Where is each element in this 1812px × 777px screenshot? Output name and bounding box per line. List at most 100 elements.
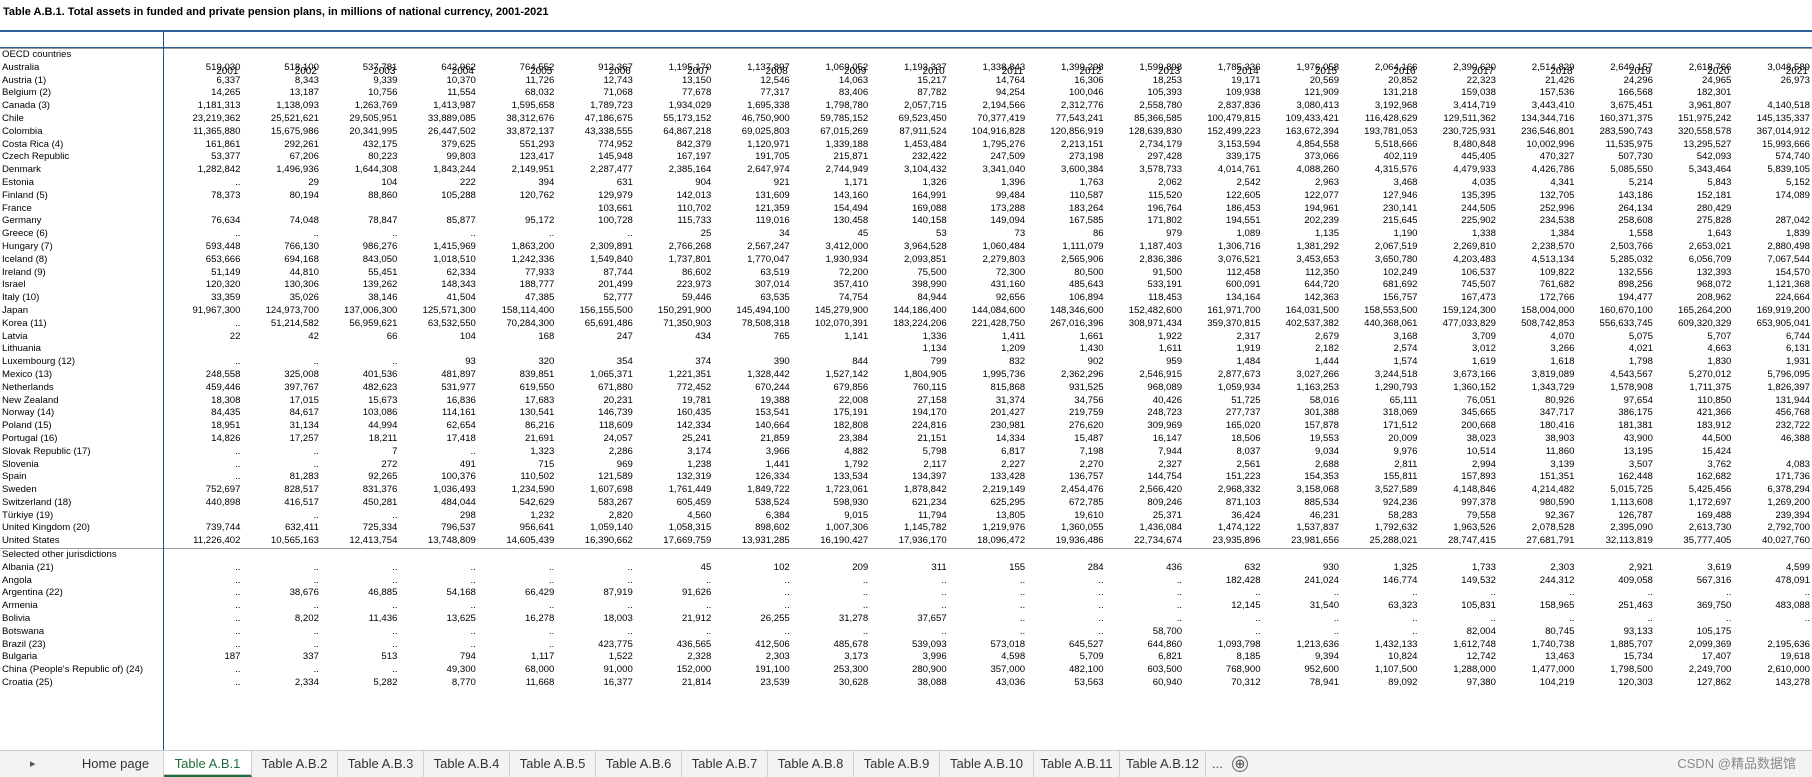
table-cell[interactable]: 2,117 bbox=[870, 459, 948, 472]
table-cell[interactable]: 3,966 bbox=[713, 446, 791, 459]
table-cell[interactable]: 1,089 bbox=[1184, 228, 1262, 241]
table-cell[interactable]: 230,725,931 bbox=[1420, 126, 1498, 139]
table-cell[interactable]: 134,164 bbox=[1184, 292, 1262, 305]
table-cell[interactable]: 609,320,329 bbox=[1655, 318, 1733, 331]
row-label[interactable]: Lithuania bbox=[0, 343, 164, 356]
table-cell[interactable]: 538,524 bbox=[713, 497, 791, 510]
table-cell[interactable]: 58,283 bbox=[1341, 510, 1419, 523]
table-cell[interactable]: 27,681,791 bbox=[1498, 535, 1576, 548]
table-cell[interactable]: 986,276 bbox=[321, 241, 399, 254]
table-cell[interactable]: 4,598 bbox=[949, 651, 1027, 664]
table-cell[interactable]: 2,558,780 bbox=[1106, 100, 1184, 113]
table-cell[interactable]: 2,312,776 bbox=[1027, 100, 1105, 113]
row-label[interactable]: Australia bbox=[0, 62, 164, 75]
row-label[interactable]: Iceland (8) bbox=[0, 254, 164, 267]
table-cell[interactable]: 2,362,296 bbox=[1027, 369, 1105, 382]
table-cell[interactable]: 968,072 bbox=[1655, 279, 1733, 292]
table-cell[interactable]: 92,265 bbox=[321, 471, 399, 484]
table-cell[interactable]: .. bbox=[1341, 587, 1419, 600]
table-cell[interactable]: 423,775 bbox=[556, 639, 634, 652]
table-cell[interactable] bbox=[242, 203, 320, 216]
table-cell[interactable] bbox=[478, 203, 556, 216]
table-cell[interactable]: 1,221,351 bbox=[635, 369, 713, 382]
table-cell[interactable]: 2,287,477 bbox=[556, 164, 634, 177]
table-cell[interactable]: 459,446 bbox=[164, 382, 242, 395]
table-cell[interactable]: 1,343,729 bbox=[1498, 382, 1576, 395]
table-cell[interactable]: 8,343 bbox=[242, 75, 320, 88]
table-cell[interactable]: 1,839 bbox=[1733, 228, 1812, 241]
table-cell[interactable]: 126,334 bbox=[713, 471, 791, 484]
table-cell[interactable]: 12,743 bbox=[556, 75, 634, 88]
table-cell[interactable]: 23,981,656 bbox=[1263, 535, 1341, 548]
table-cell[interactable]: 77,933 bbox=[478, 267, 556, 280]
table-cell[interactable]: .. bbox=[242, 575, 320, 588]
table-cell[interactable]: 298 bbox=[399, 510, 477, 523]
table-cell[interactable]: 140,158 bbox=[870, 215, 948, 228]
table-cell[interactable]: 2,613,730 bbox=[1655, 522, 1733, 535]
table-cell[interactable]: 77,543,241 bbox=[1027, 113, 1105, 126]
table-cell[interactable]: 16,390,662 bbox=[556, 535, 634, 548]
table-cell[interactable]: 583,267 bbox=[556, 497, 634, 510]
table-cell[interactable]: 11,226,402 bbox=[164, 535, 242, 548]
table-cell[interactable]: 5,796,095 bbox=[1733, 369, 1812, 382]
table-cell[interactable]: 519,030 bbox=[164, 62, 242, 75]
table-cell[interactable]: 158,114,400 bbox=[478, 305, 556, 318]
table-cell[interactable]: 9,339 bbox=[321, 75, 399, 88]
table-cell[interactable]: 2,078,528 bbox=[1498, 522, 1576, 535]
table-cell[interactable]: .. bbox=[870, 626, 948, 639]
table-cell[interactable]: 482,100 bbox=[1027, 664, 1105, 677]
table-cell[interactable]: 31,134 bbox=[242, 420, 320, 433]
table-cell[interactable]: 1,919 bbox=[1184, 343, 1262, 356]
table-cell[interactable]: 3,158,068 bbox=[1263, 484, 1341, 497]
table-cell[interactable]: 12,742 bbox=[1420, 651, 1498, 664]
table-cell[interactable]: 169,919,200 bbox=[1733, 305, 1812, 318]
table-cell[interactable]: 72,300 bbox=[949, 267, 1027, 280]
table-cell[interactable]: 168 bbox=[478, 331, 556, 344]
table-cell[interactable]: 9,976 bbox=[1341, 446, 1419, 459]
row-label[interactable]: Portugal (16) bbox=[0, 433, 164, 446]
table-cell[interactable]: 5,518,666 bbox=[1341, 139, 1419, 152]
table-cell[interactable]: 152,499,223 bbox=[1184, 126, 1262, 139]
table-cell[interactable] bbox=[242, 548, 321, 562]
table-cell[interactable]: 77,678 bbox=[635, 87, 713, 100]
table-cell[interactable]: 644,860 bbox=[1106, 639, 1184, 652]
table-cell[interactable]: 1,117 bbox=[478, 651, 556, 664]
table-cell[interactable]: 481,897 bbox=[399, 369, 477, 382]
table-cell[interactable]: 794 bbox=[399, 651, 477, 664]
table-cell[interactable]: .. bbox=[164, 471, 242, 484]
table-cell[interactable]: 2,574 bbox=[1341, 343, 1419, 356]
table-cell[interactable]: 1,058,315 bbox=[635, 522, 713, 535]
table-cell[interactable]: 241,024 bbox=[1263, 575, 1341, 588]
table-cell[interactable]: 367,014,912 bbox=[1733, 126, 1812, 139]
table-cell[interactable]: 182,428 bbox=[1184, 575, 1262, 588]
table-cell[interactable]: 86 bbox=[1027, 228, 1105, 241]
table-cell[interactable]: 64,867,218 bbox=[635, 126, 713, 139]
table-cell[interactable]: 725,334 bbox=[321, 522, 399, 535]
row-label[interactable]: Bulgaria bbox=[0, 651, 164, 664]
table-cell[interactable]: 142,334 bbox=[635, 420, 713, 433]
table-cell[interactable]: 36,424 bbox=[1184, 510, 1262, 523]
table-cell[interactable]: 53,377 bbox=[164, 151, 242, 164]
table-cell[interactable]: 653,666 bbox=[164, 254, 242, 267]
table-cell[interactable]: 930 bbox=[1263, 562, 1341, 575]
table-cell[interactable]: 1,830 bbox=[1655, 356, 1733, 369]
table-cell[interactable]: .. bbox=[164, 677, 242, 690]
table-cell[interactable]: 59,446 bbox=[635, 292, 713, 305]
row-label[interactable]: Brazil (23) bbox=[0, 639, 164, 652]
table-cell[interactable]: 3,964,528 bbox=[870, 241, 948, 254]
row-label[interactable]: Latvia bbox=[0, 331, 164, 344]
table-cell[interactable]: 3,709 bbox=[1420, 331, 1498, 344]
table-cell[interactable]: 208,962 bbox=[1655, 292, 1733, 305]
table-cell[interactable]: .. bbox=[478, 575, 556, 588]
table-cell[interactable]: 66 bbox=[321, 331, 399, 344]
table-cell[interactable]: 120,320 bbox=[164, 279, 242, 292]
table-cell[interactable]: 768,900 bbox=[1184, 664, 1262, 677]
table-cell[interactable]: 62,654 bbox=[399, 420, 477, 433]
table-cell[interactable]: 1,187,403 bbox=[1106, 241, 1184, 254]
table-cell[interactable]: 3,076,521 bbox=[1184, 254, 1262, 267]
table-cell[interactable]: 25,371 bbox=[1106, 510, 1184, 523]
table-cell[interactable]: 1,804,905 bbox=[870, 369, 948, 382]
table-cell[interactable]: 1,474,122 bbox=[1184, 522, 1262, 535]
table-cell[interactable]: 68,000 bbox=[478, 664, 556, 677]
table-cell[interactable]: 232,722 bbox=[1733, 420, 1812, 433]
